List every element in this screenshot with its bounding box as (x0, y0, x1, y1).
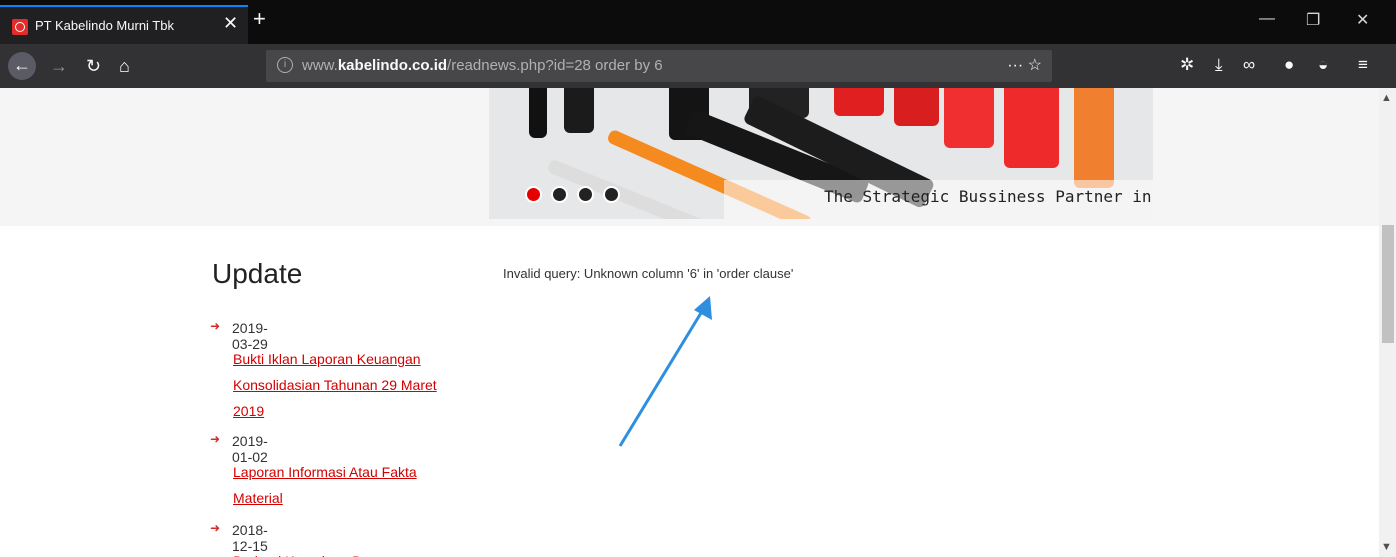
tab-title: PT Kabelindo Murni Tbk (35, 18, 174, 33)
extension-gear-icon[interactable]: ✲ (1180, 55, 1194, 75)
extension-circle-icon[interactable]: ● (1284, 55, 1294, 75)
cable-graphic (529, 88, 547, 138)
cable-graphic (564, 88, 594, 133)
cable-graphic (944, 88, 994, 148)
slider-dot-4[interactable] (603, 186, 620, 203)
annotation-arrow-line (618, 307, 706, 447)
minimize-button[interactable]: — (1259, 10, 1275, 28)
update-heading: Update (212, 258, 303, 289)
news-link[interactable]: Bukti Iklan Laporan Keuangan Konsolidasi… (233, 346, 453, 424)
new-tab-button[interactable]: + (253, 8, 266, 30)
scroll-down-icon[interactable]: ▼ (1381, 541, 1392, 553)
news-link[interactable]: Berbagi Keceriaan Dengan (233, 548, 453, 557)
scroll-up-icon[interactable]: ▲ (1381, 92, 1392, 104)
downloads-icon[interactable]: ⤓ (1215, 55, 1223, 75)
slider-dot-2[interactable] (551, 186, 568, 203)
forward-arrow-icon[interactable]: → (50, 53, 68, 79)
url-path: /readnews.php?id=28 order by 6 (447, 57, 663, 74)
home-icon[interactable]: ⌂ (119, 53, 130, 79)
slider-dot-1[interactable] (525, 186, 542, 203)
url-prefix: www. (302, 57, 338, 74)
annotation-arrow-head (694, 296, 712, 320)
arrow-bullet-icon: ➜ (210, 319, 221, 333)
annotation-arrow (618, 296, 712, 447)
menu-hamburger-icon[interactable]: ≡ (1358, 55, 1368, 75)
reload-icon[interactable]: ↻ (86, 53, 101, 79)
scrollbar-thumb[interactable] (1382, 225, 1394, 343)
container-icon[interactable]: ∞ (1243, 55, 1255, 75)
extension-swirl-icon[interactable]: ◒ (1318, 55, 1328, 75)
tab-close-icon[interactable]: ✕ (223, 13, 238, 34)
arrow-bullet-icon: ➜ (210, 521, 221, 535)
restore-button[interactable]: ❐ (1306, 10, 1320, 30)
cable-graphic (834, 88, 884, 116)
arrow-bullet-icon: ➜ (210, 432, 221, 446)
close-window-button[interactable]: ✕ (1356, 10, 1369, 30)
cable-graphic (1074, 88, 1114, 188)
sql-error-message: Invalid query: Unknown column '6' in 'or… (503, 266, 794, 281)
slider-dot-3[interactable] (577, 186, 594, 203)
tab-active[interactable]: PT Kabelindo Murni Tbk ✕ (0, 5, 248, 44)
page-viewport: The Strategic Bussiness Partner in Updat… (0, 88, 1379, 557)
back-arrow-icon[interactable]: ← (8, 52, 36, 80)
cable-graphic (1004, 88, 1059, 168)
site-favicon-icon (12, 19, 28, 35)
tab-strip: PT Kabelindo Murni Tbk ✕ + — ❐ ✕ (0, 0, 1396, 44)
site-info-icon[interactable]: i (277, 57, 293, 73)
page-actions-bookmark-icon[interactable]: ··· ☆ (1007, 55, 1042, 75)
cable-graphic (894, 88, 939, 126)
url-domain: kabelindo.co.id (337, 57, 448, 74)
news-link[interactable]: Laporan Informasi Atau Fakta Material (233, 459, 453, 511)
address-bar[interactable]: i www.kabelindo.co.id/readnews.php?id=28… (266, 50, 1052, 82)
url-text[interactable]: www.kabelindo.co.id/readnews.php?id=28 o… (302, 57, 663, 74)
hero-caption: The Strategic Bussiness Partner in (824, 187, 1152, 206)
